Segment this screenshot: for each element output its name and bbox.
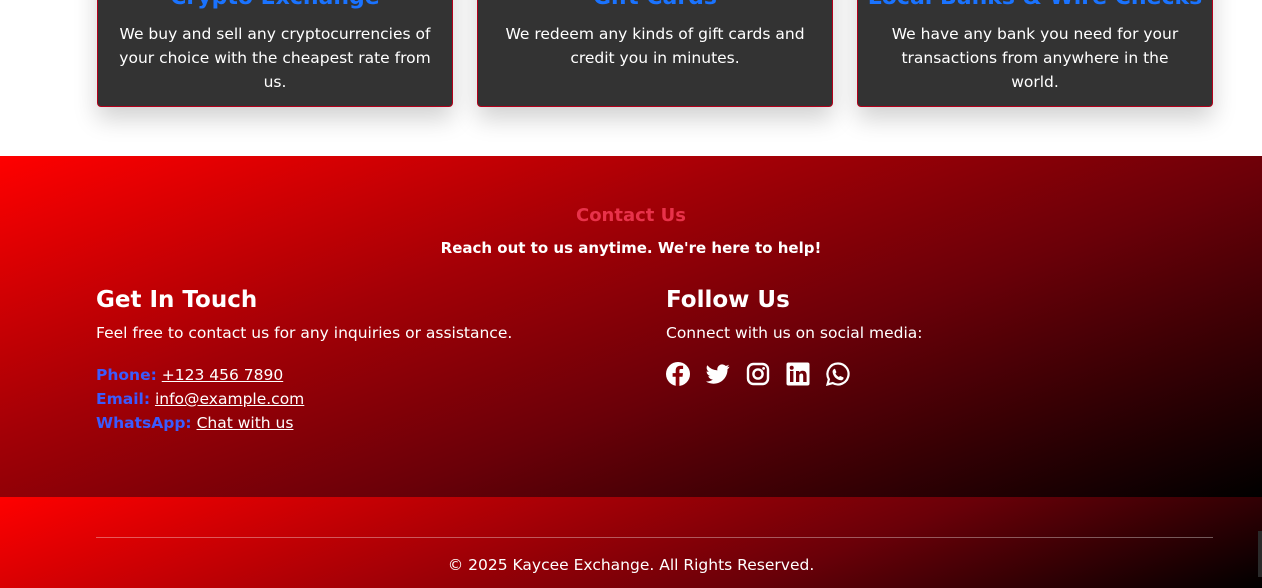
phone-link[interactable]: +123 456 7890 [162,366,283,384]
service-card-title: Crypto Exchange [98,0,452,10]
instagram-icon[interactable] [746,362,770,386]
phone-label: Phone: [96,366,157,384]
linkedin-icon[interactable] [786,362,810,386]
whatsapp-label: WhatsApp: [96,414,192,432]
service-card-text: We buy and sell any cryptocurrencies of … [119,25,431,91]
contact-subtitle: Reach out to us anytime. We're here to h… [440,239,822,257]
follow-us-heading: Follow Us [666,287,790,313]
service-card-title: Gift Cards [478,0,832,10]
whatsapp-link[interactable]: Chat with us [197,414,294,432]
follow-us-column: Follow Us Connect with us on social medi… [666,286,1206,386]
site-footer: © 2025 Kaycee Exchange. All Rights Reser… [0,497,1262,588]
get-in-touch-text: Feel free to contact us for any inquirie… [96,324,513,342]
copyright-text: © 2025 Kaycee Exchange. All Rights Reser… [447,556,815,574]
email-link[interactable]: info@example.com [155,390,304,408]
service-card-text: We redeem any kinds of gift cards and cr… [505,25,805,67]
service-card-title: Local Banks & Wire Checks [858,0,1212,10]
get-in-touch-column: Get In Touch Feel free to contact us for… [96,286,636,435]
email-label: Email: [96,390,151,408]
whatsapp-icon[interactable] [826,362,850,386]
phone-row: Phone: +123 456 7890 [96,363,636,387]
service-card-crypto: Crypto Exchange We buy and sell any cryp… [97,0,453,107]
get-in-touch-heading: Get In Touch [96,287,258,313]
email-row: Email: info@example.com [96,387,636,411]
footer-divider [96,537,1213,538]
services-section: Crypto Exchange We buy and sell any cryp… [0,0,1262,156]
contact-info-list: Phone: +123 456 7890 Email: info@example… [96,363,636,435]
social-links [666,362,1206,386]
whatsapp-row: WhatsApp: Chat with us [96,411,636,435]
contact-section: Contact Us Reach out to us anytime. We'r… [0,156,1262,497]
twitter-icon[interactable] [706,362,730,386]
scrollbar-thumb[interactable] [1258,531,1262,577]
service-card-text: We have any bank you need for your trans… [891,25,1179,91]
contact-title: Contact Us [575,205,686,226]
follow-us-text: Connect with us on social media: [666,324,923,342]
service-card-gift-cards: Gift Cards We redeem any kinds of gift c… [477,0,833,107]
facebook-icon[interactable] [666,362,690,386]
service-card-banks: Local Banks & Wire Checks We have any ba… [857,0,1213,107]
